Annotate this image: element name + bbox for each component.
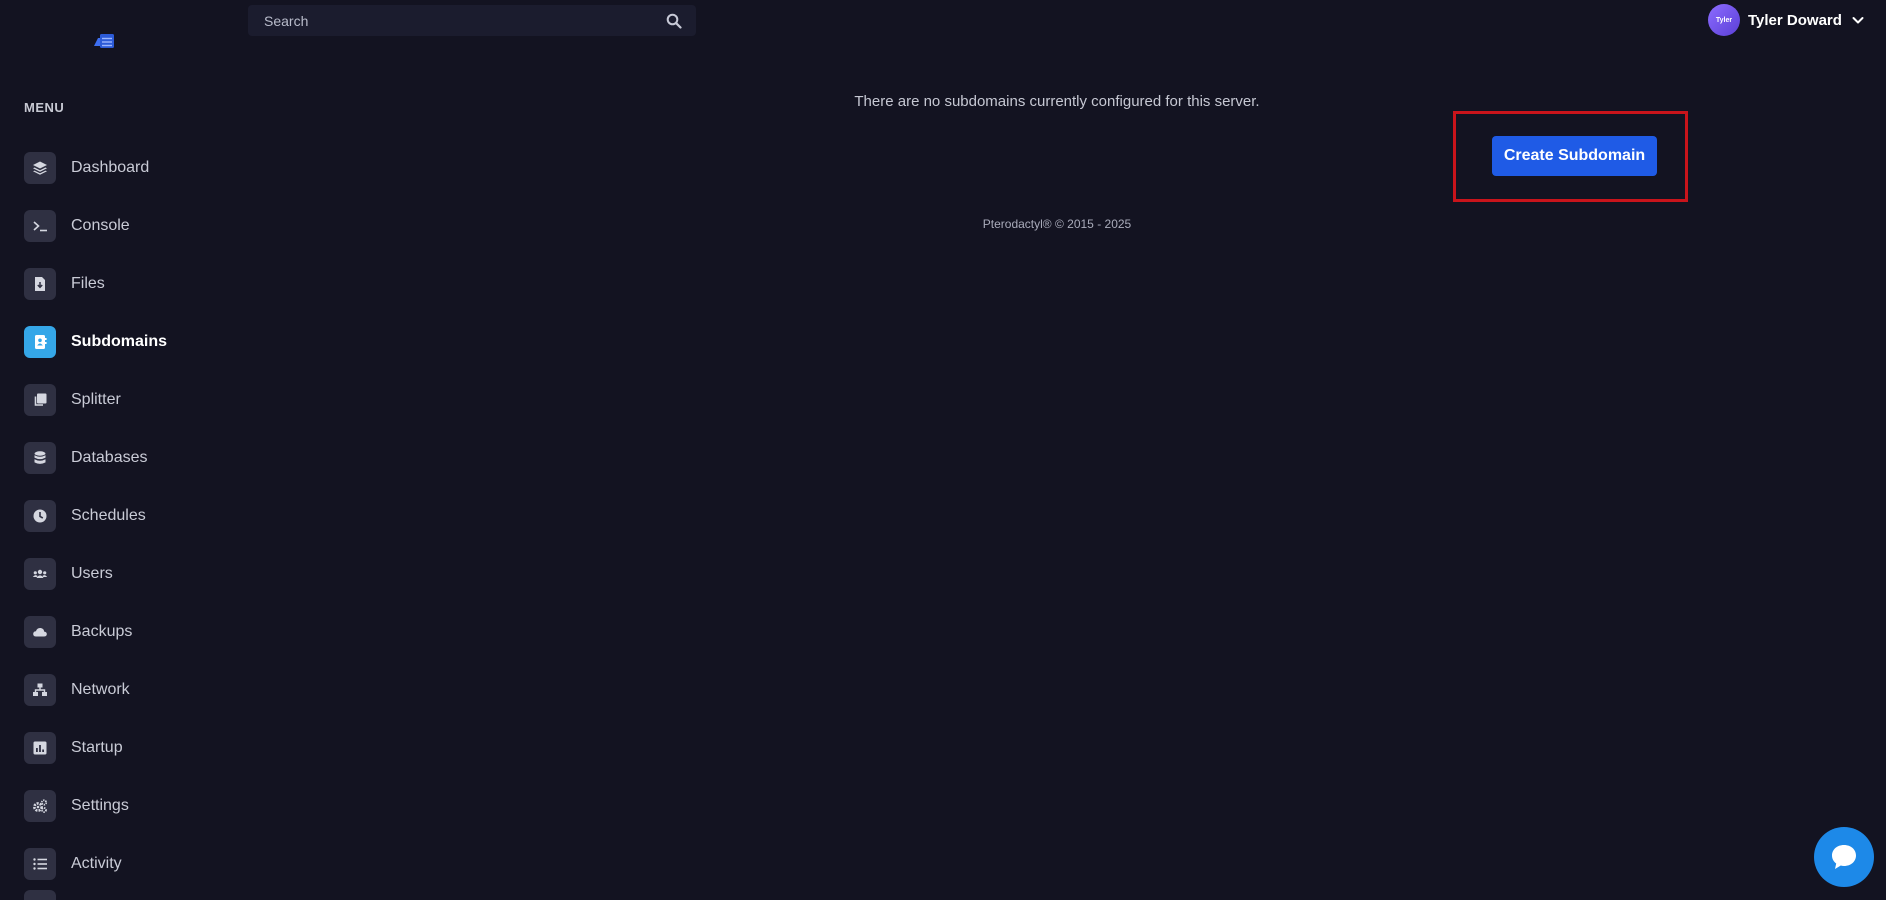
sidebar-item-partial[interactable]: [24, 890, 56, 900]
sidebar-item-subdomains[interactable]: Subdomains: [24, 313, 244, 371]
users-icon: [24, 558, 56, 590]
user-menu[interactable]: Tyler Tyler Doward: [1708, 4, 1864, 36]
sidebar-item-label: Subdomains: [71, 333, 168, 350]
create-subdomain-button[interactable]: Create Subdomain: [1492, 136, 1657, 176]
empty-state-message: There are no subdomains currently config…: [854, 93, 1260, 110]
footer-copyright: Pterodactyl® © 2015 - 2025: [982, 217, 1132, 231]
sidebar-item-label: Schedules: [71, 507, 146, 524]
chart-icon: [24, 732, 56, 764]
sidebar-item-activity[interactable]: Activity: [24, 835, 244, 893]
sidebar-item-label: Users: [71, 565, 113, 582]
list-icon: [24, 848, 56, 880]
sidebar-item-startup[interactable]: Startup: [24, 719, 244, 777]
sidebar-item-label: Splitter: [71, 391, 121, 408]
sidebar-item-console[interactable]: Console: [24, 197, 244, 255]
menu-heading: MENU: [24, 100, 65, 115]
search-icon[interactable]: [666, 13, 682, 29]
sidebar-item-dashboard[interactable]: Dashboard: [24, 139, 244, 197]
copy-icon: [24, 384, 56, 416]
sidebar-item-settings[interactable]: Settings: [24, 777, 244, 835]
sidebar-item-backups[interactable]: Backups: [24, 603, 244, 661]
sidebar-item-files[interactable]: Files: [24, 255, 244, 313]
chevron-down-icon[interactable]: [1852, 14, 1864, 26]
sidebar-item-schedules[interactable]: Schedules: [24, 487, 244, 545]
avatar[interactable]: Tyler: [1708, 4, 1740, 36]
sidebar-item-label: Dashboard: [71, 159, 150, 176]
cloud-icon: [24, 616, 56, 648]
cogs-icon: [24, 790, 56, 822]
chat-bubble-icon: [1832, 845, 1856, 869]
clock-icon: [24, 500, 56, 532]
sidebar-item-label: Databases: [71, 449, 148, 466]
sidebar-item-label: Startup: [71, 739, 123, 756]
sidebar-item-label: Console: [71, 217, 130, 234]
layers-icon: [24, 152, 56, 184]
search-input[interactable]: Search: [264, 13, 666, 29]
address-book-icon: [24, 326, 56, 358]
sidebar: Dashboard Console Files Subdomains Split…: [24, 139, 244, 893]
terminal-icon: [24, 210, 56, 242]
sidebar-item-databases[interactable]: Databases: [24, 429, 244, 487]
sidebar-item-label: Backups: [71, 623, 133, 640]
sidebar-item-network[interactable]: Network: [24, 661, 244, 719]
sidebar-item-label: Settings: [71, 797, 129, 814]
database-icon: [24, 442, 56, 474]
network-icon: [24, 674, 56, 706]
sidebar-item-users[interactable]: Users: [24, 545, 244, 603]
file-download-icon: [24, 268, 56, 300]
user-name[interactable]: Tyler Doward: [1748, 12, 1842, 29]
server-logo-icon[interactable]: [93, 33, 115, 49]
sidebar-item-label: Activity: [71, 855, 122, 872]
sidebar-item-splitter[interactable]: Splitter: [24, 371, 244, 429]
sidebar-item-label: Network: [71, 681, 130, 698]
chat-button[interactable]: [1814, 827, 1874, 887]
sidebar-item-label: Files: [71, 275, 105, 292]
search-bar[interactable]: Search: [248, 5, 696, 36]
